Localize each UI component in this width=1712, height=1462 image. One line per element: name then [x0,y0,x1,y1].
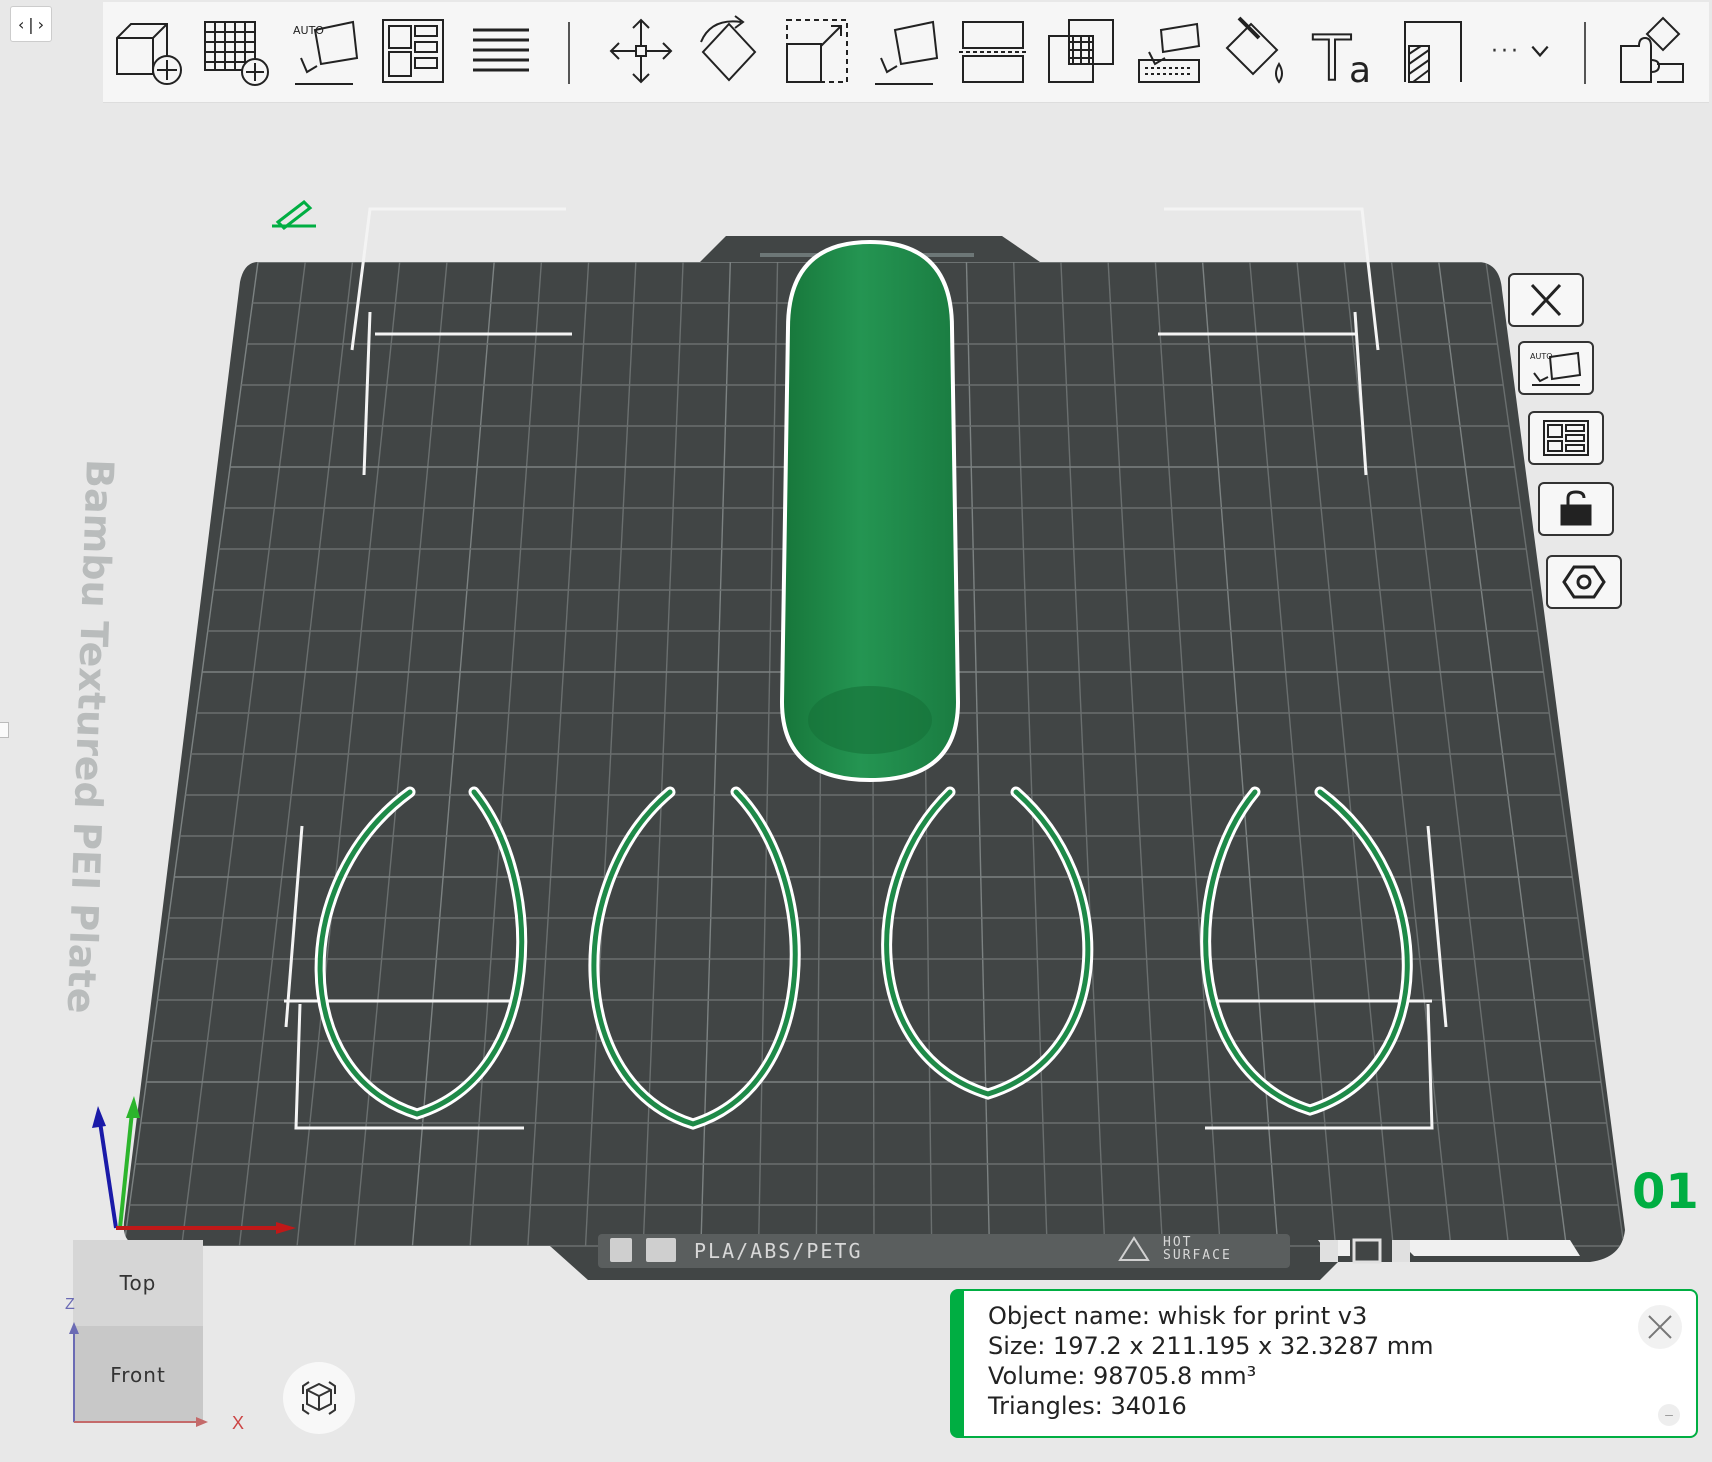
cylinder-object[interactable] [779,239,961,783]
auto-orient-plate-button[interactable]: AUTO [1518,341,1594,395]
move-icon [609,18,673,84]
close-icon [1530,283,1562,317]
move-button[interactable] [603,12,679,90]
more-tools-button[interactable]: ··· [1483,12,1559,90]
boolean-button[interactable] [1043,12,1119,90]
color-paint-button[interactable] [1219,12,1295,90]
object-size: Size: 197.2 x 211.195 x 32.3287 mm [988,1332,1434,1360]
boolean-icon [1048,19,1114,83]
toolbar-separator [1584,22,1586,84]
assembly-button[interactable] [1613,12,1689,90]
add-plate-button[interactable] [199,12,275,90]
view-cube-x-label: X [232,1413,245,1433]
text-icon: T a [1311,21,1371,90]
assembly-icon [1620,16,1684,83]
filament-compat-label: PLA/ABS/PETG [694,1239,863,1263]
add-object-button[interactable] [111,12,187,90]
cut-button[interactable] [955,12,1031,90]
auto-orient-icon: AUTO [293,20,359,85]
hot-surface-line2: SURFACE [1163,1248,1232,1263]
color-paint-icon [1225,16,1283,84]
more-dots: ··· [1491,38,1521,64]
info-minimize-button[interactable]: – [1658,1404,1680,1426]
cut-icon [959,21,1027,83]
info-close-button[interactable] [1638,1305,1682,1349]
svg-text:AUTO: AUTO [293,24,324,37]
layers-icon [473,28,529,72]
seam-paint-icon [1404,21,1462,83]
lock-icon [1560,490,1592,526]
hexagon-settings-icon [1562,565,1606,599]
scale-button[interactable] [779,12,855,90]
rotate-button[interactable] [691,12,767,90]
object-volume: Volume: 98705.8 mm³ [988,1362,1257,1390]
object-info-panel: Object name: whisk for print v3 Size: 19… [950,1289,1698,1438]
object-name: Object name: whisk for print v3 [988,1302,1368,1330]
lay-on-face-button[interactable] [867,12,943,90]
toolbar-separator [568,22,570,84]
svg-text:T: T [1312,22,1352,90]
main-toolbar: AUTO T a ··· [103,2,1709,103]
close-icon [1648,1315,1672,1339]
plate-settings-button[interactable] [1546,555,1622,609]
seam-paint-button[interactable] [1395,12,1471,90]
cube-view-icon [302,1381,336,1415]
view-cube-z-label: Z [65,1296,75,1313]
object-triangles: Triangles: 34016 [988,1392,1187,1420]
auto-orient-button[interactable]: AUTO [287,12,363,90]
lay-on-face-icon [875,20,939,85]
lock-plate-button[interactable] [1538,482,1614,536]
grid-add-icon [204,21,269,86]
text-button[interactable]: T a [1307,12,1383,90]
chevron-down-icon [1531,45,1549,58]
view-cube-axes [69,1322,208,1427]
delete-plate-button[interactable] [1508,273,1584,327]
arrange-icon [1543,420,1589,456]
hot-surface-warning: HOT SURFACE [1163,1236,1232,1262]
auto-orient-icon: AUTO [1530,351,1582,386]
arrange-plate-button[interactable] [1528,411,1604,465]
reset-view-button[interactable] [283,1362,355,1434]
layers-button[interactable] [463,12,539,90]
plate-number: 01 [1632,1164,1699,1220]
cube-add-icon [116,23,182,85]
edit-plate-name-icon[interactable] [272,200,316,230]
support-paint-button[interactable] [1131,12,1207,90]
arrange-button[interactable] [375,12,451,90]
rotate-icon [700,15,757,82]
arrange-icon [382,19,444,83]
support-paint-icon [1138,22,1201,83]
svg-text:a: a [1349,50,1371,90]
scale-icon [786,19,848,83]
